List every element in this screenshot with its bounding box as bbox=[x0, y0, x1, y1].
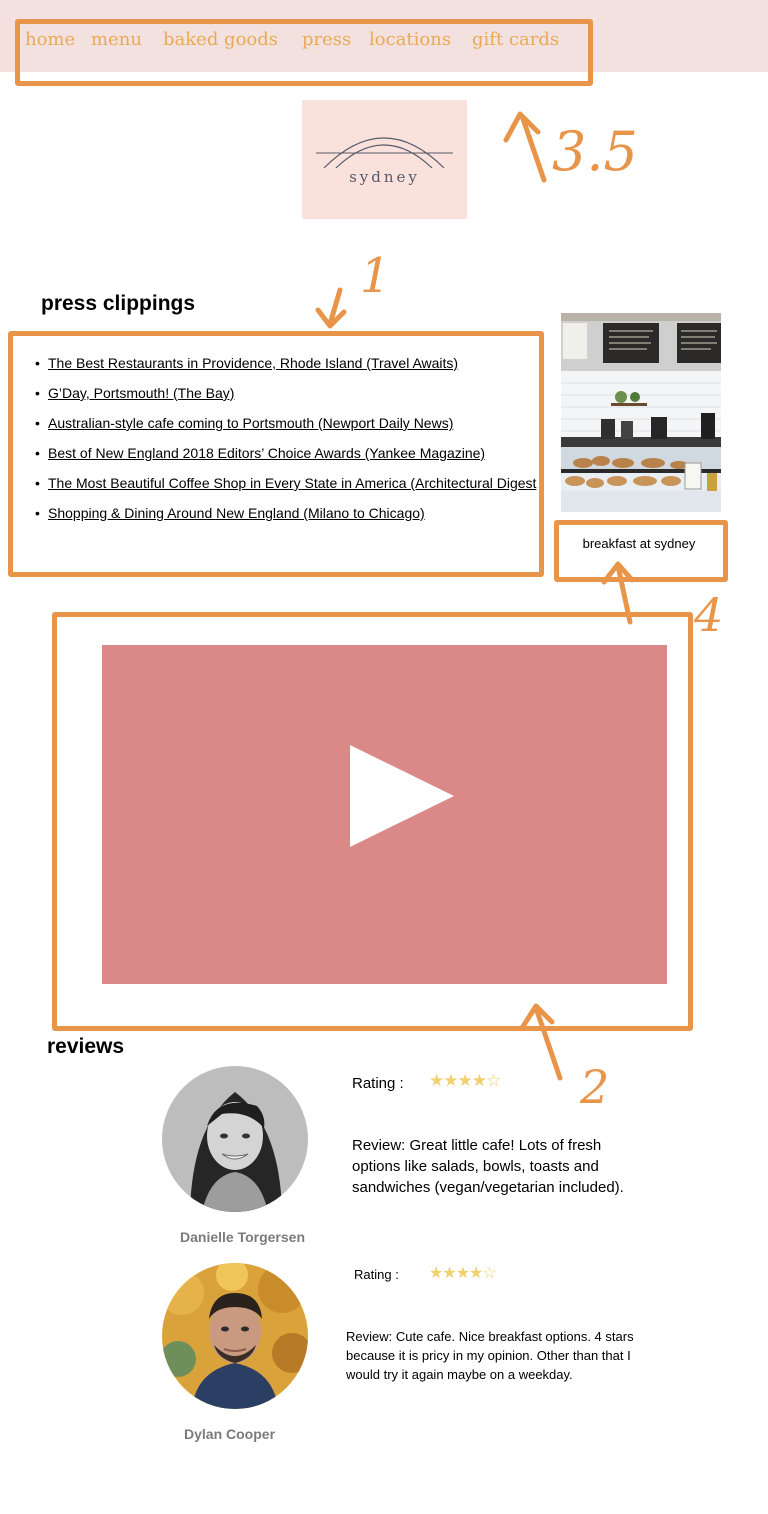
reviewer-name: Danielle Torgersen bbox=[180, 1229, 306, 1245]
annotation-box-press bbox=[8, 331, 544, 577]
annotation-number: 4 bbox=[694, 588, 724, 642]
annotation-box-nav bbox=[15, 19, 593, 86]
reviews-heading: reviews bbox=[47, 1035, 125, 1058]
reviewer-name: Dylan Cooper bbox=[184, 1426, 276, 1442]
logo-text: sydney bbox=[349, 168, 420, 186]
review-text: Review: Cute cafe. Nice breakfast option… bbox=[346, 1329, 634, 1382]
site-logo[interactable]: sydney bbox=[302, 100, 467, 219]
rating-stars: ★★★★☆ bbox=[429, 1071, 501, 1090]
rating-stars: ★★★★☆ bbox=[429, 1265, 497, 1282]
cafe-photo bbox=[561, 313, 721, 512]
annotation-box-caption bbox=[554, 520, 728, 582]
logo-arch-icon bbox=[316, 137, 453, 169]
press-heading: press clippings bbox=[41, 292, 196, 315]
annotation-number: 3.5 bbox=[552, 120, 638, 183]
rating-label: Rating : bbox=[354, 1267, 399, 1282]
avatar bbox=[162, 1263, 308, 1409]
rating-label: Rating : bbox=[352, 1075, 404, 1092]
annotation-number: 2 bbox=[580, 1060, 610, 1114]
annotation-box-video bbox=[52, 612, 693, 1031]
review-text: Review: Great little cafe! Lots of fresh… bbox=[352, 1137, 624, 1196]
avatar bbox=[162, 1066, 308, 1212]
annotation-number: 1 bbox=[360, 248, 391, 304]
